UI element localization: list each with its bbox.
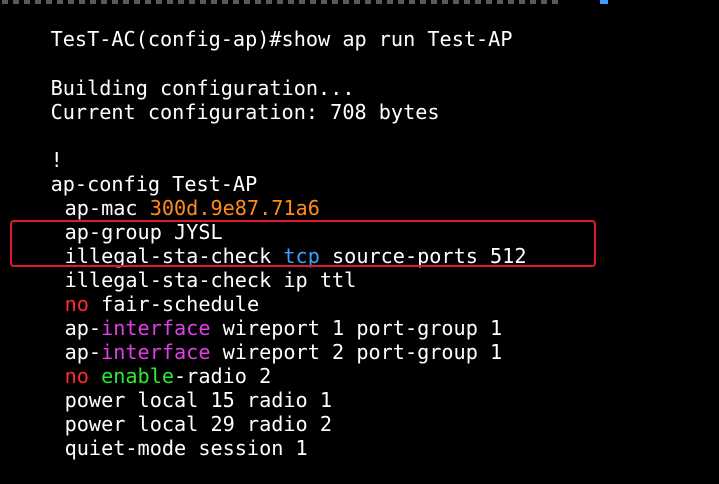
terminal-window[interactable]: TesT-AC(config-ap)#show ap run Test-AP B… [0,0,719,460]
output-line-ap-group: ap-group JYSL [16,196,223,244]
output-line-ap-config: ap-config Test-AP [2,148,258,196]
output-line-enable-radio: no enable-radio 2 [16,340,272,388]
output-line-current-config: Current configuration: 708 bytes [2,76,440,124]
output-line-building: Building configuration... [2,52,355,100]
prompt-command: TesT-AC(config-ap)#show ap run Test-AP [50,27,513,51]
output-line-ap-mac: ap-mac 300d.9e87.71a6 [16,172,320,220]
output-line-fair-schedule: no fair-schedule [16,268,259,316]
output-line-power-1: power local 15 radio 1 [16,364,332,412]
output-line-bang: ! [2,124,63,172]
current-config-text: Current configuration: 708 bytes [50,100,440,124]
output-line-ap-interface-1: ap-interface wireport 1 port-group 1 [16,292,503,340]
prompt-line: TesT-AC(config-ap)#show ap run Test-AP [2,3,513,51]
scrolled-line-remnant-blue [600,0,608,4]
output-line-ap-interface-2: ap-interface wireport 2 port-group 1 [16,316,503,364]
quiet-mode-text: quiet-mode session 1 [64,436,308,460]
output-line-power-2: power local 29 radio 2 [16,388,332,436]
red-highlight-box [10,220,596,267]
output-line-quiet-mode: quiet-mode session 1 [16,412,308,460]
